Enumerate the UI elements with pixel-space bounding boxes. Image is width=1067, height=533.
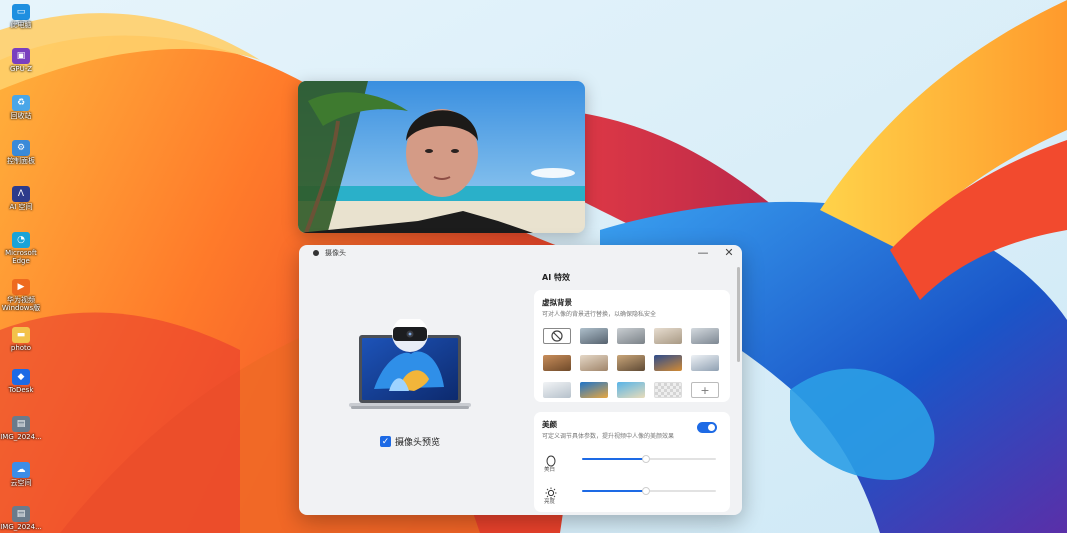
camera-feed-image [298, 81, 585, 233]
background-thumbnail-night-city[interactable] [654, 355, 682, 371]
laptop-camera-illustration [349, 319, 471, 409]
background-thumbnail-white-room[interactable] [543, 382, 571, 398]
virtual-background-description: 可对人像的背景进行替换，以确保隐私安全 [542, 311, 657, 318]
dialog-titlebar[interactable]: 摄像头 — ✕ [299, 245, 742, 263]
background-thumbnail-hall[interactable] [691, 328, 719, 344]
desktop-icon-label: 回收站 [10, 112, 32, 120]
close-button[interactable]: ✕ [721, 246, 737, 260]
beauty-card: 美颜 可定义调节具体参数，提升视频中人像的美颜效果 美白亮度 [534, 412, 730, 512]
desktop-icon[interactable]: ▤ IMG_2024... [0, 416, 42, 441]
desktop-icon-label: 此电脑 [10, 21, 32, 29]
desktop-icon[interactable]: ▬ photo [0, 327, 42, 352]
background-thumbnail-beach[interactable] [617, 382, 645, 398]
beauty-slider[interactable] [582, 455, 716, 463]
desktop-icon-label: Microsoft Edge [5, 249, 37, 265]
dialog-title: 摄像头 [325, 249, 346, 257]
slider-knob[interactable] [642, 455, 651, 463]
camera-preview-label: 摄像头预览 [395, 438, 441, 448]
slider-knob[interactable] [642, 487, 651, 495]
desktop-icon-label: 云空间 [10, 479, 32, 487]
desktop-icon-label: photo [10, 344, 32, 352]
beauty-slider-row: 美白 [542, 452, 722, 476]
background-thumbnail-light-space[interactable] [691, 355, 719, 371]
background-thumbnail-meeting-room[interactable] [617, 328, 645, 344]
recycle-bin-icon: ♻ [12, 95, 30, 111]
desktop-icon-label: AI 空间 [9, 203, 33, 211]
slider-fill [582, 490, 647, 492]
beauty-slider[interactable] [582, 487, 716, 495]
image-file-icon: ▤ [12, 416, 30, 432]
ai-space-icon: Λ [12, 186, 30, 202]
beauty-toggle[interactable] [697, 422, 717, 433]
brightness-icon [544, 484, 558, 499]
background-thumbnail-blue-wave[interactable] [580, 382, 608, 398]
background-thumbnail-lounge[interactable] [580, 355, 608, 371]
desktop-icon[interactable]: ◔ Microsoft Edge [0, 232, 42, 265]
background-thumbnail-living-room[interactable] [654, 328, 682, 344]
beauty-slider-row: 亮度 [542, 484, 722, 508]
background-thumbnail-transparent[interactable] [654, 382, 682, 398]
minimize-button[interactable]: — [695, 246, 711, 260]
beauty-slider-label: 亮度 [544, 499, 556, 505]
add-background-button[interactable]: + [691, 382, 719, 398]
settings-scrollbar[interactable] [737, 267, 740, 362]
desktop-icon[interactable]: ▶ 华为视频 Windows版 [0, 279, 42, 312]
slider-fill [582, 458, 647, 460]
camera-preview-window [298, 81, 585, 233]
gpu-z-icon: ▣ [12, 48, 30, 64]
control-panel-icon: ⚙ [12, 140, 30, 156]
desktop-icon-label: GPU-Z [9, 65, 33, 73]
camera-preview-toggle[interactable]: ✓ 摄像头预览 [380, 435, 440, 448]
desktop-icon[interactable]: ♻ 回收站 [0, 95, 42, 120]
beauty-description: 可定义调节具体参数，提升视频中人像的美颜效果 [542, 433, 675, 440]
desktop-icon-label: 控制面板 [7, 157, 35, 165]
background-thumbnail-office[interactable] [580, 328, 608, 344]
desktop-icon[interactable]: ⚙ 控制面板 [0, 140, 42, 165]
desktop-icon[interactable]: ☁ 云空间 [0, 462, 42, 487]
desktop-icon-label: 华为视频 Windows版 [1, 296, 41, 312]
checkbox-checked-icon[interactable]: ✓ [380, 436, 391, 447]
computer-icon: ▭ [12, 4, 30, 20]
desktop-icon[interactable]: ▭ 此电脑 [0, 4, 42, 29]
folder-icon: ▬ [12, 327, 30, 343]
virtual-background-card: 虚拟背景 可对人像的背景进行替换，以确保隐私安全 + [534, 290, 730, 402]
desktop-icon-label: IMG_2024... [0, 523, 42, 531]
desktop-icon-label: IMG_2024... [0, 433, 42, 441]
beauty-slider-label: 美白 [544, 467, 556, 473]
camera-app-icon [313, 250, 319, 256]
image-file-icon: ▤ [12, 506, 30, 522]
ai-effects-heading: AI 特效 [542, 273, 570, 282]
cloud-icon: ☁ [12, 462, 30, 478]
desktop-icon[interactable]: ▤ IMG_2024... [0, 506, 42, 531]
desktop-icon[interactable]: Λ AI 空间 [0, 186, 42, 211]
no-background-option[interactable] [543, 328, 571, 344]
desktop-icon-label: ToDesk [8, 386, 34, 394]
background-thumbnail-study[interactable] [543, 355, 571, 371]
desktop-icon[interactable]: ◆ ToDesk [0, 369, 42, 394]
todesk-icon: ◆ [12, 369, 30, 385]
camera-dialog: 摄像头 — ✕ ✓ 摄像头预览 AI 特效 虚拟背景 可对人像的背景进行替换，以… [299, 245, 742, 515]
huawei-video-icon: ▶ [12, 279, 30, 295]
background-thumbnail-bookshelf[interactable] [617, 355, 645, 371]
desktop-icon[interactable]: ▣ GPU-Z [0, 48, 42, 73]
beauty-title: 美颜 [542, 420, 557, 429]
face-icon [544, 452, 558, 467]
prohibited-icon [551, 330, 563, 342]
virtual-background-title: 虚拟背景 [542, 298, 572, 307]
edge-icon: ◔ [12, 232, 30, 248]
